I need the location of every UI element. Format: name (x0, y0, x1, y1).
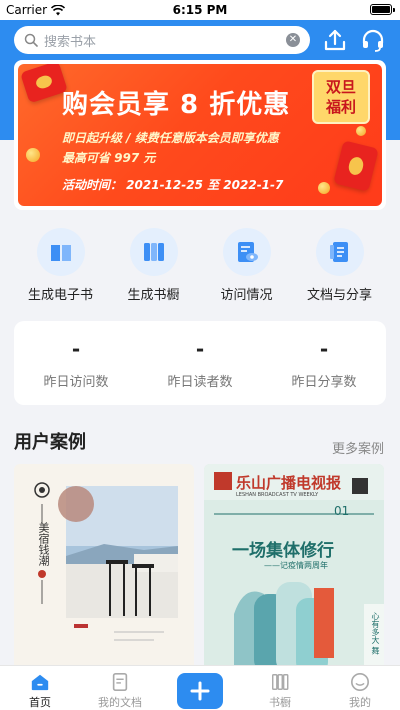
visit-stats-icon (237, 242, 258, 262)
case-right-issue: 01 (334, 504, 350, 518)
profile-icon (351, 673, 369, 691)
case-card-right[interactable]: 乐山广播电视报 LESHAN BROADCAST TV WEEKLY 01 一场… (204, 464, 384, 674)
feature-bookshelf[interactable]: 生成书橱 (107, 228, 200, 308)
coin-icon (356, 126, 366, 136)
clear-search-button[interactable]: ✕ (286, 33, 300, 47)
feature-label: 访问情况 (220, 288, 273, 303)
stats-card: - 昨日访问数 - 昨日读者数 - 昨日分享数 (14, 321, 386, 405)
case-left-vertical-text: 美宿钱潮 (37, 522, 50, 566)
tab-label: 我的 (349, 696, 371, 709)
stat-shares: - 昨日分享数 (262, 321, 386, 405)
banner-title: 购会员享 8 折优惠 (62, 90, 291, 120)
bookshelf-icon (143, 243, 164, 261)
promo-banner[interactable]: 购会员享 8 折优惠 双旦 福利 即日起升级 / 续费任意版本会员即享优惠 最高… (18, 64, 382, 206)
add-icon (190, 681, 210, 701)
stat-value: - (319, 336, 329, 361)
search-placeholder: 搜索书本 (44, 34, 97, 50)
stat-value: - (71, 336, 81, 361)
stat-readers: - 昨日读者数 (138, 321, 262, 405)
banner-subtitle-line1: 即日起升级 / 续费任意版本会员即享优惠 (62, 131, 279, 145)
tab-bookshelf[interactable]: 书橱 (240, 666, 320, 710)
stat-label: 昨日访问数 (43, 374, 109, 390)
badge-line2: 福利 (325, 98, 356, 116)
case-cover-image (14, 464, 194, 674)
case-right-side-text: 心有多大 舞 (371, 612, 380, 655)
banner-badge: 双旦 福利 (312, 70, 370, 124)
document-share-icon (329, 242, 348, 262)
tab-profile[interactable]: 我的 (320, 666, 400, 710)
add-button[interactable] (177, 673, 223, 709)
ebook-icon (50, 245, 71, 261)
case-right-headline: 一场集体修行 (232, 541, 334, 561)
red-envelope-icon (20, 64, 68, 104)
banner-subtitle-line2: 最高可省 997 元 (62, 151, 156, 165)
status-bar: Carrier 6:15 PM (0, 0, 400, 20)
feature-label: 生成书橱 (127, 288, 180, 303)
status-time: 6:15 PM (172, 3, 228, 17)
bookshelf-icon (272, 674, 289, 690)
search-input[interactable]: 搜索书本 ✕ (14, 26, 310, 54)
document-icon (112, 673, 128, 691)
tab-label: 我的文档 (98, 696, 142, 709)
battery-icon (370, 4, 395, 15)
feature-visit-stats[interactable]: 访问情况 (200, 228, 293, 308)
feature-label: 文档与分享 (306, 288, 372, 303)
feature-document-share[interactable]: 文档与分享 (293, 228, 386, 308)
search-icon (24, 33, 38, 47)
coin-icon (318, 182, 330, 194)
tab-my-documents[interactable]: 我的文档 (80, 666, 160, 710)
upload-icon[interactable] (322, 27, 348, 53)
badge-line1: 双旦 (325, 78, 356, 96)
headset-icon[interactable] (360, 27, 386, 53)
tab-home[interactable]: 首页 (0, 666, 80, 710)
banner-subtitle: 即日起升级 / 续费任意版本会员即享优惠 最高可省 997 元 (62, 128, 332, 168)
stat-visits: - 昨日访问数 (14, 321, 138, 405)
cases-title: 用户案例 (14, 432, 86, 453)
red-envelope-icon (333, 140, 379, 192)
stat-label: 昨日分享数 (291, 374, 357, 390)
banner-date: 活动时间： 2021-12-25 至 2022-1-7 (62, 178, 284, 192)
feature-ebook[interactable]: 生成电子书 (14, 228, 107, 308)
coin-icon (26, 148, 40, 162)
stat-label: 昨日读者数 (167, 374, 233, 390)
feature-label: 生成电子书 (27, 288, 93, 303)
home-icon (31, 674, 49, 691)
case-right-subtitle: LESHAN BROADCAST TV WEEKLY (236, 492, 319, 498)
stat-value: - (195, 336, 205, 361)
feature-row: 生成电子书 生成书橱 访问情况 文档与分享 (14, 228, 386, 308)
more-cases-link[interactable]: 更多案例 (332, 438, 384, 457)
case-right-subheadline: ——记疫情两周年 (264, 561, 328, 570)
tab-label: 首页 (29, 696, 51, 709)
tab-label: 书橱 (269, 696, 291, 709)
case-card-left[interactable]: 美宿钱潮 (14, 464, 194, 674)
case-right-masthead: 乐山广播电视报 (236, 474, 342, 492)
promo-banner-card[interactable]: 购会员享 8 折优惠 双旦 福利 即日起升级 / 续费任意版本会员即享优惠 最高… (14, 60, 386, 210)
